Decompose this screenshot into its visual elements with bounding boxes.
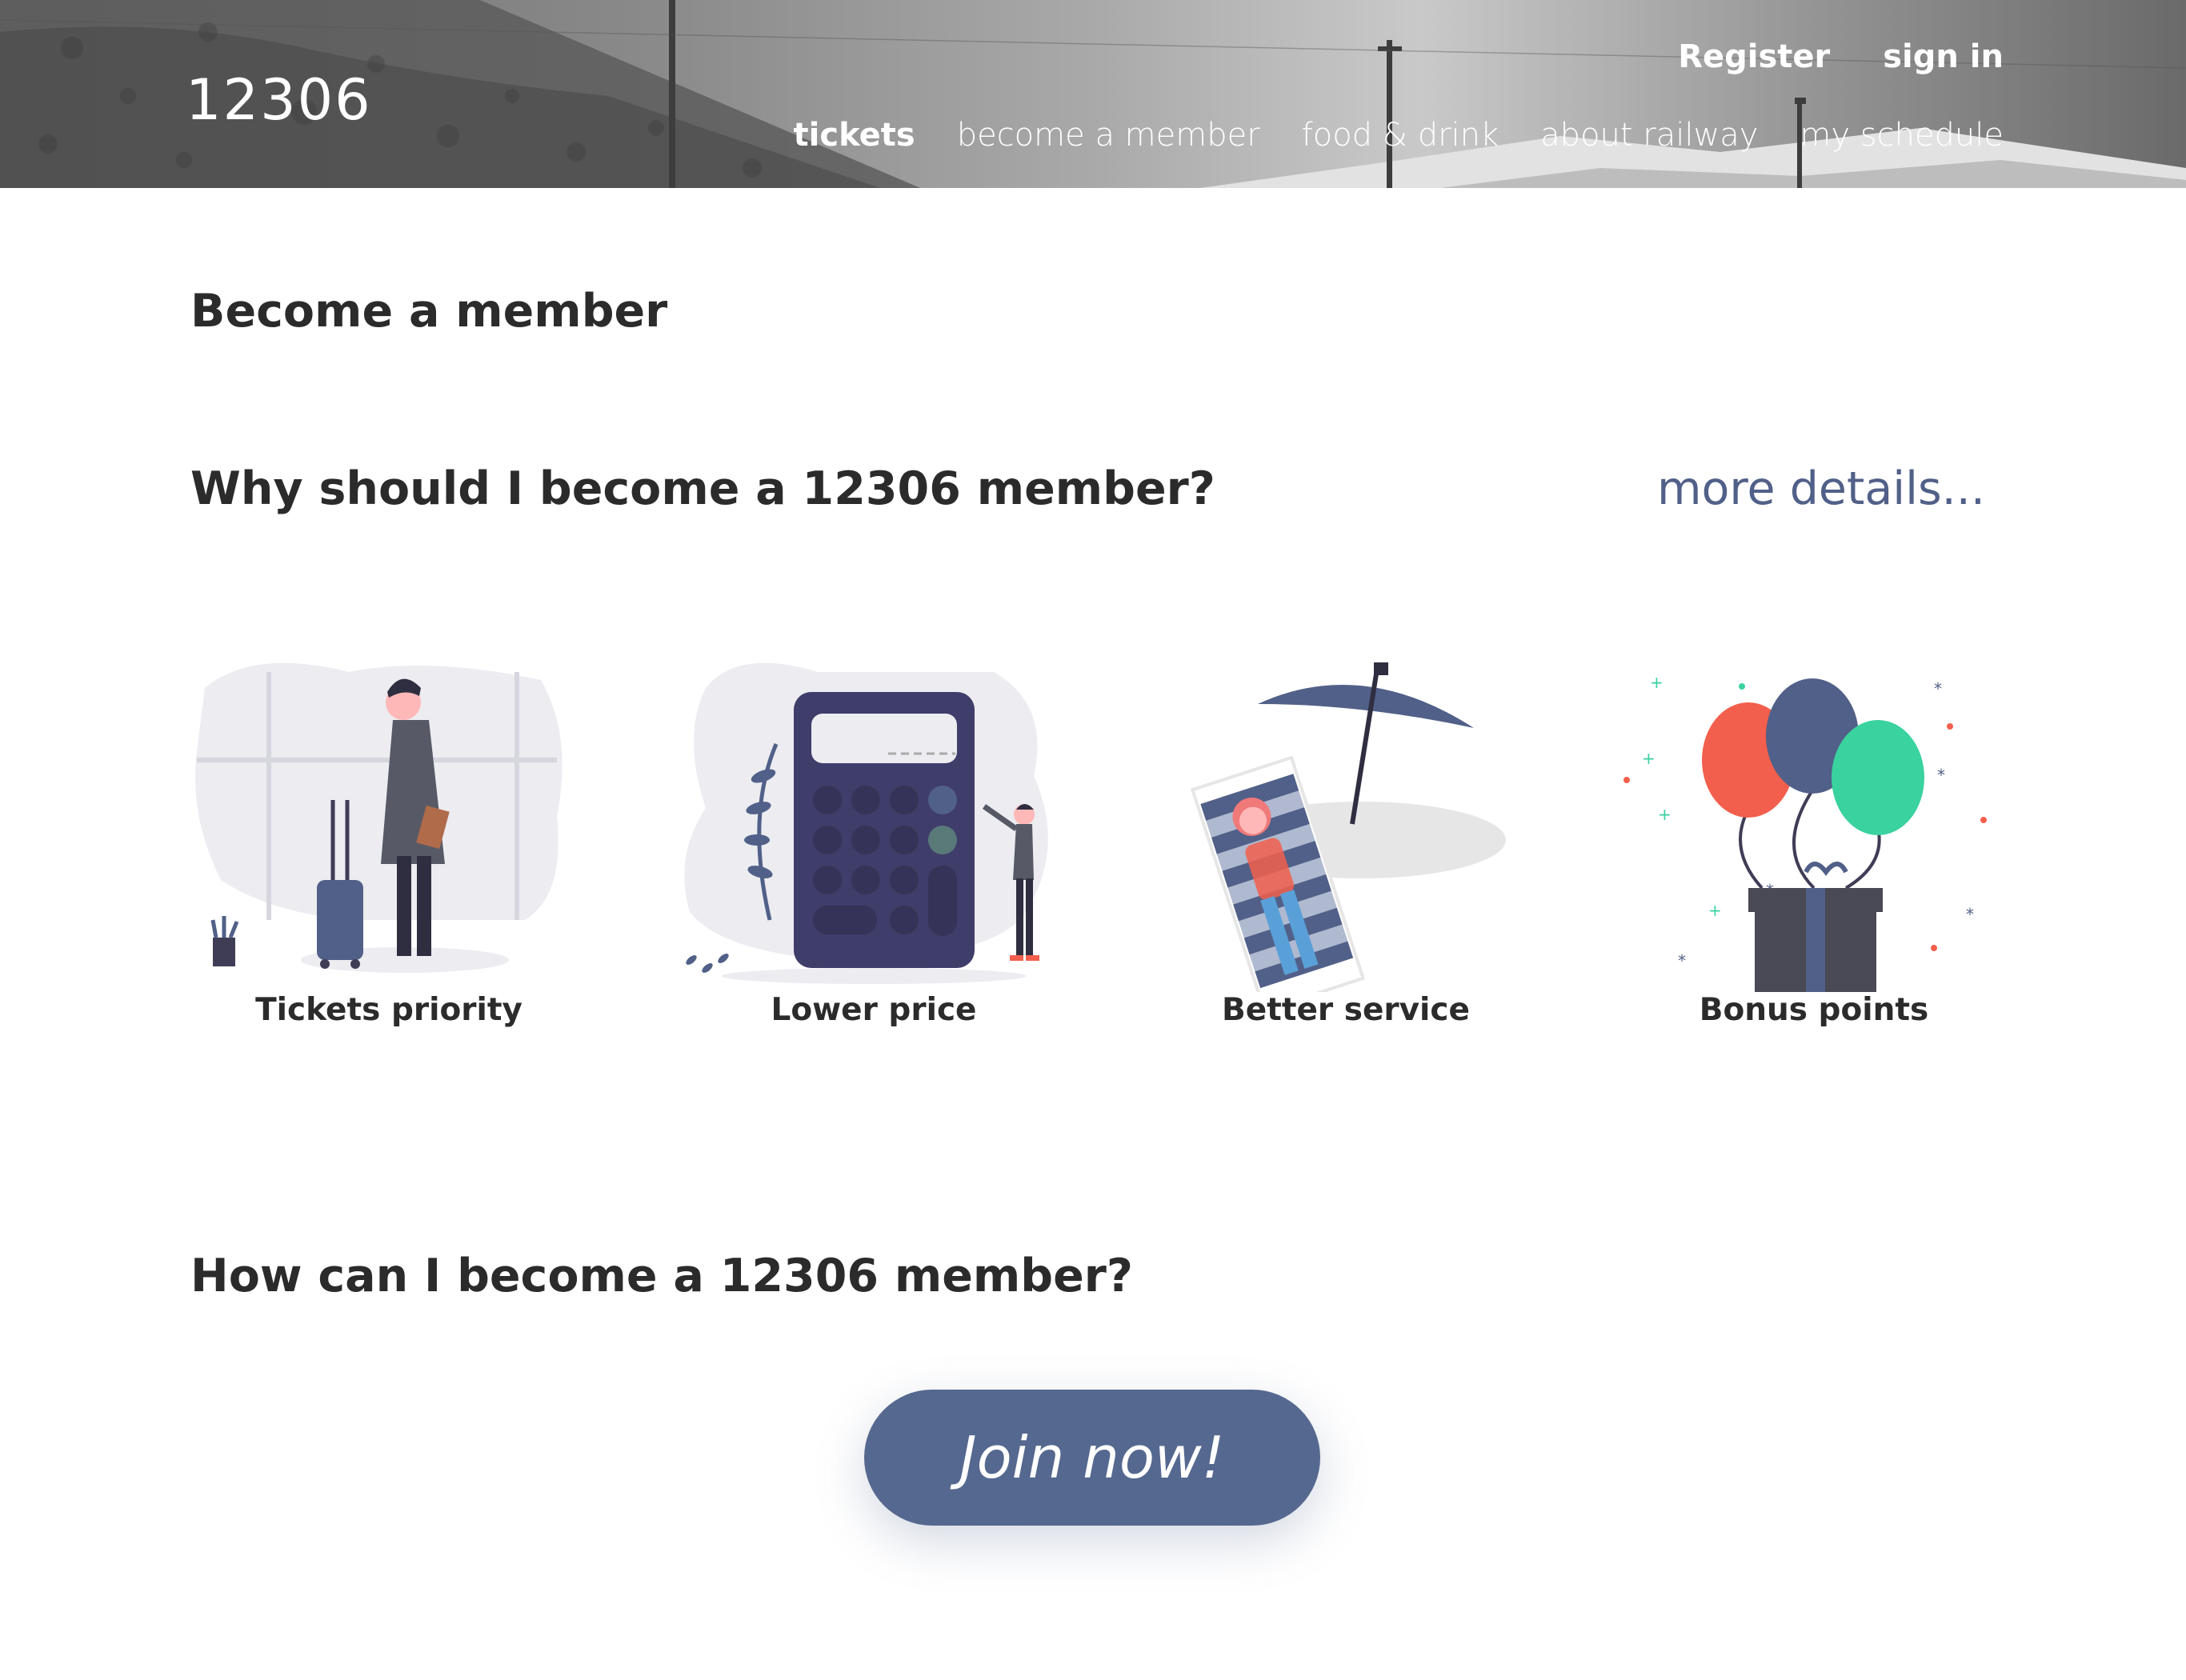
benefit-tickets-priority: Tickets priority <box>189 656 589 1028</box>
beach-umbrella-illustration <box>1190 662 1506 992</box>
auth-links: Register sign in <box>1678 38 2004 75</box>
why-heading: Why should I become a 12306 member? <box>190 462 1215 515</box>
svg-text:+: + <box>1658 805 1672 824</box>
sign-in-link[interactable]: sign in <box>1883 38 2004 75</box>
more-details-link[interactable]: more details... <box>1657 462 1985 515</box>
main-nav: tickets become a member food & drink abo… <box>794 117 2004 154</box>
benefit-better-service: Better service <box>1146 656 1546 1028</box>
top-header: 12306 Register sign in tickets become a … <box>0 0 2186 188</box>
nav-item-about-railway[interactable]: about railway <box>1540 117 1758 154</box>
page-title: Become a member <box>190 285 668 338</box>
benefit-label: Bonus points <box>1699 992 1929 1028</box>
calculator-illustration <box>684 662 1048 984</box>
benefit-bonus-points: + + + + * * * * * <box>1614 656 2014 1028</box>
register-link[interactable]: Register <box>1678 38 1830 75</box>
svg-text:*: * <box>1937 766 1945 785</box>
benefit-label: Lower price <box>771 992 977 1028</box>
how-heading: How can I become a 12306 member? <box>190 1250 1133 1302</box>
benefits-list: Tickets priority Lower price Better serv… <box>0 656 2186 1088</box>
traveler-with-suitcase-illustration <box>195 662 563 973</box>
benefit-lower-price: Lower price <box>674 656 1074 1028</box>
nav-item-become-a-member[interactable]: become a member <box>957 117 1260 154</box>
svg-text:*: * <box>1966 905 1974 924</box>
svg-text:+: + <box>1642 749 1656 768</box>
join-now-button[interactable]: Join now! <box>864 1390 1320 1526</box>
nav-item-tickets[interactable]: tickets <box>794 117 915 154</box>
nav-item-my-schedule[interactable]: my schedule <box>1800 117 2004 154</box>
benefit-label: Tickets priority <box>255 992 522 1028</box>
nav-item-food-drink[interactable]: food & drink <box>1302 117 1499 154</box>
svg-text:*: * <box>1934 679 1942 698</box>
svg-text:+: + <box>1708 901 1722 920</box>
svg-text:*: * <box>1678 951 1686 970</box>
site-logo[interactable]: 12306 <box>186 67 372 133</box>
svg-text:+: + <box>1650 673 1664 692</box>
balloons-gift-illustration: + + + + * * * * * <box>1623 673 1987 992</box>
benefit-label: Better service <box>1222 992 1470 1028</box>
